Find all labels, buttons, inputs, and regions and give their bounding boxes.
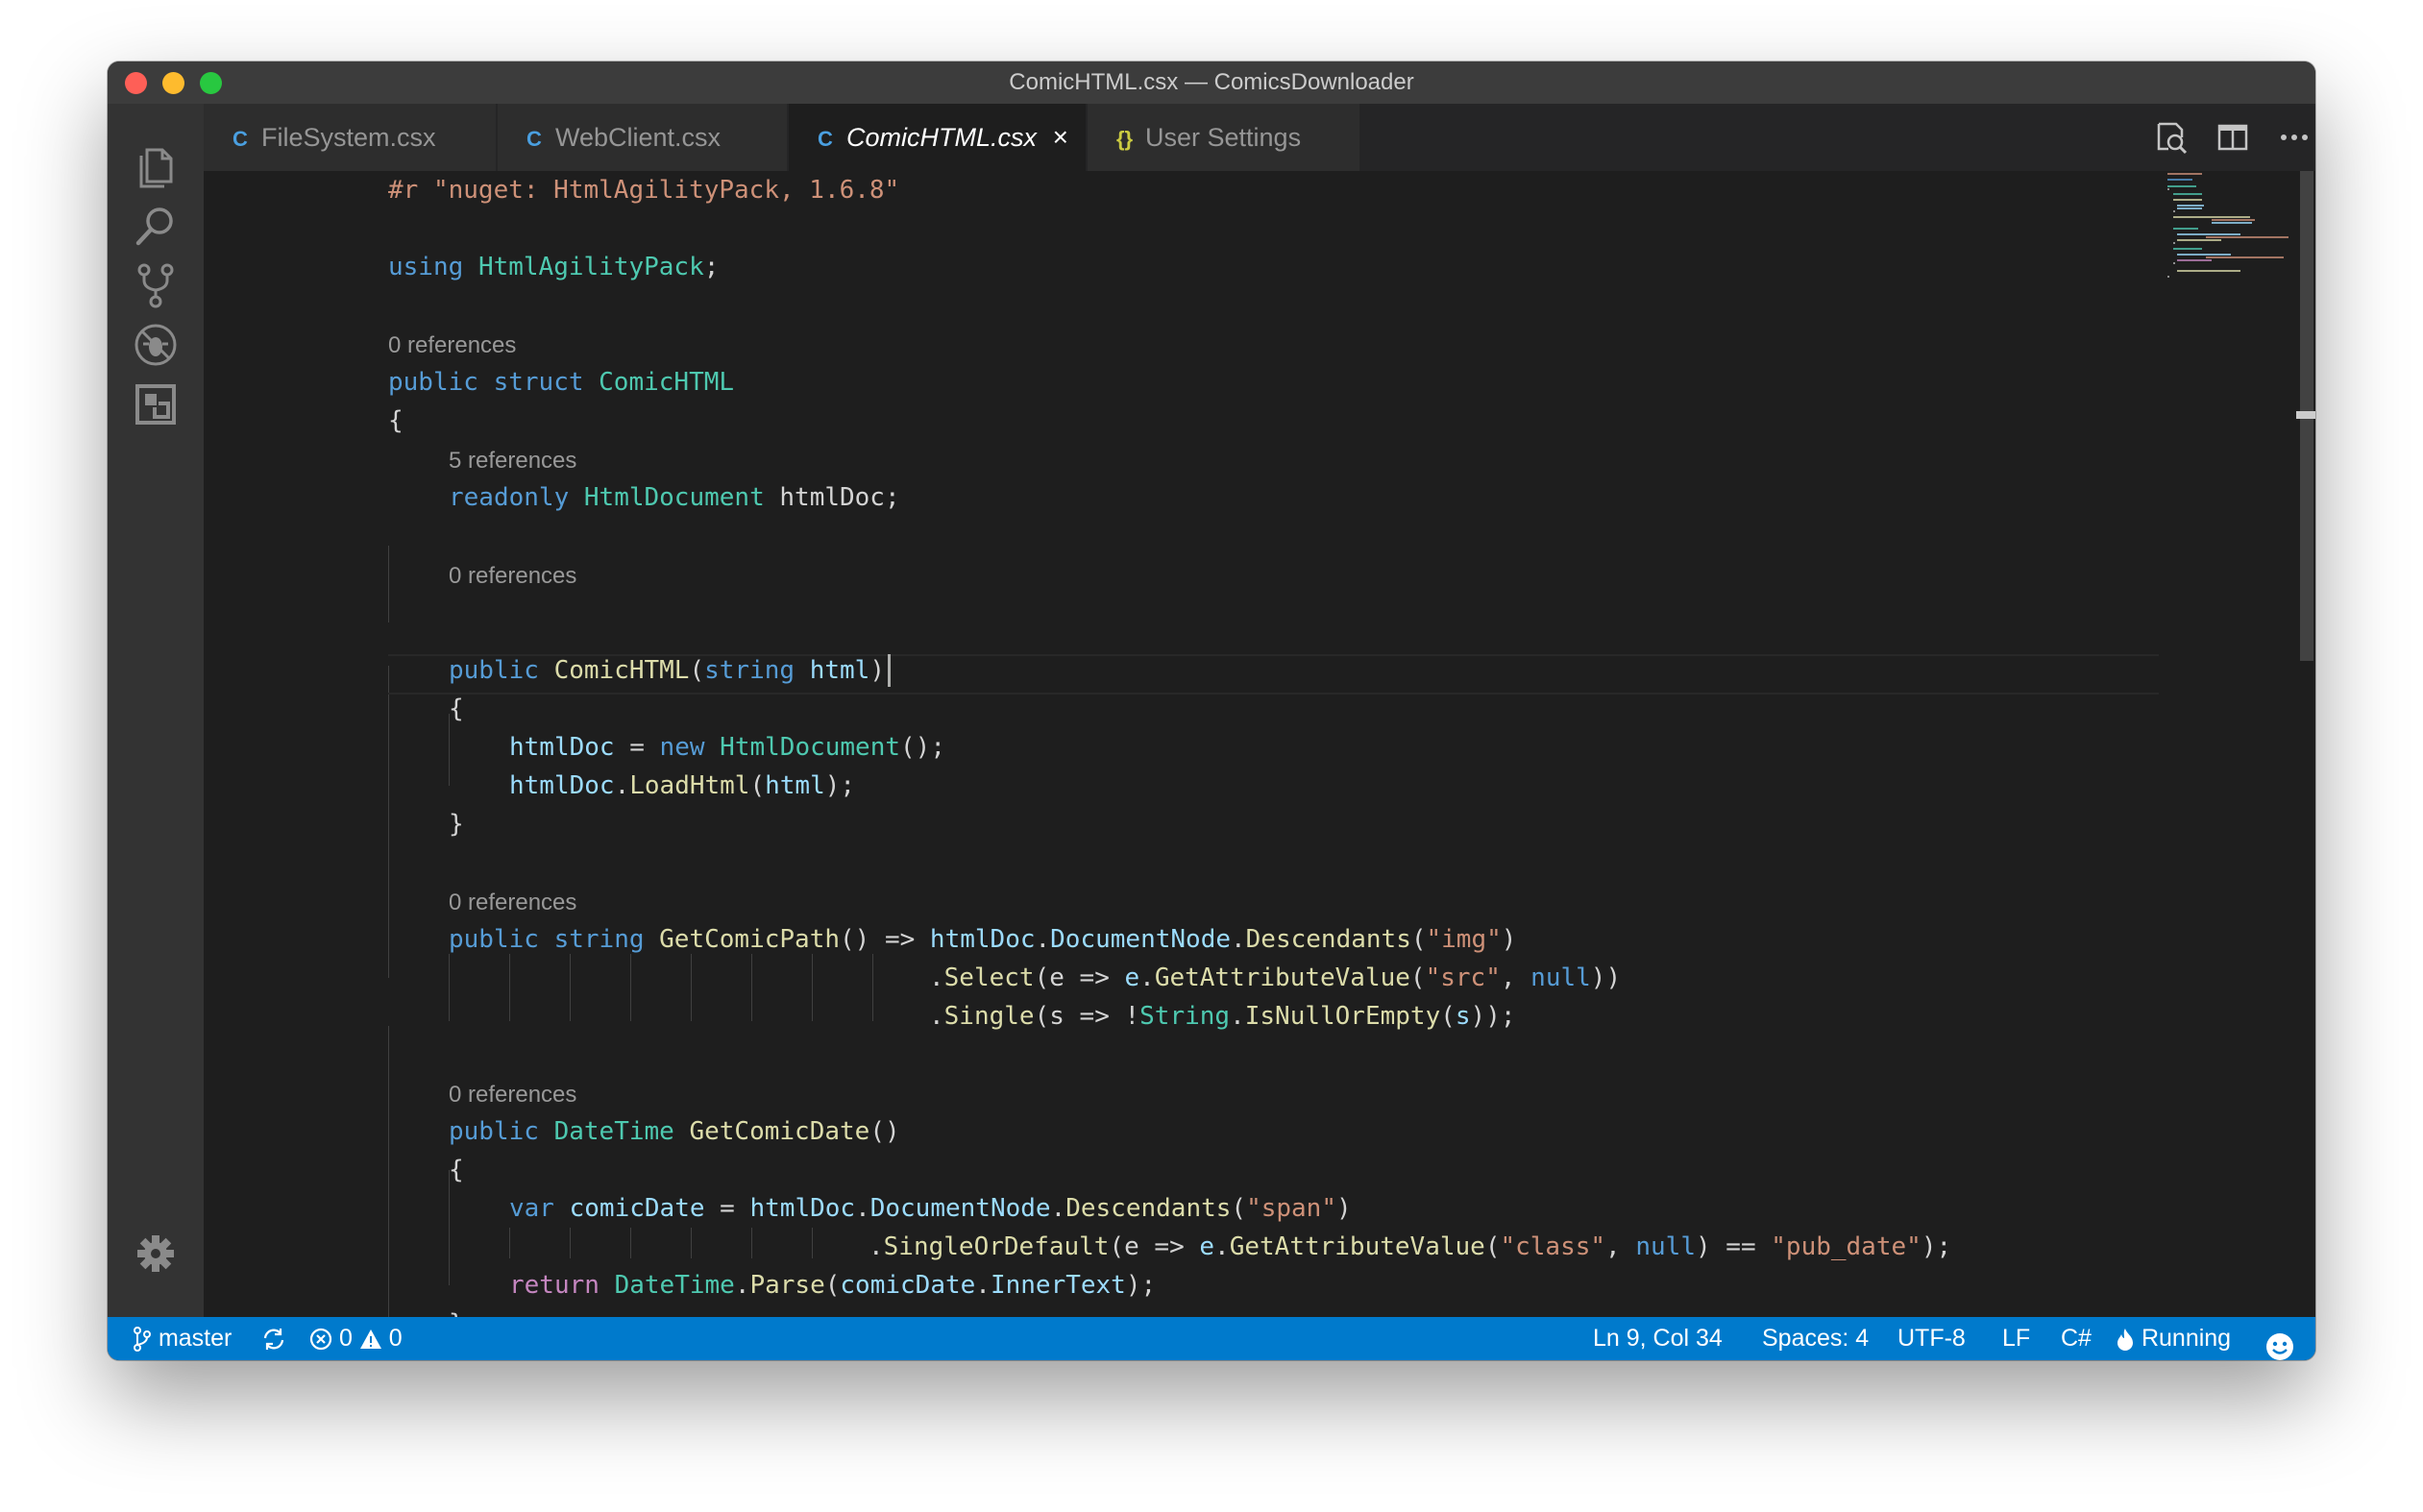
warning-icon <box>359 1329 381 1350</box>
search-icon[interactable] <box>132 202 180 250</box>
code-line-field: readonly HtmlDocument htmlDoc; <box>449 483 900 512</box>
csharp-icon: C <box>233 127 248 151</box>
code-line-var: var comicDate = htmlDoc.DocumentNode.Des… <box>509 1194 1352 1223</box>
overview-ruler-cursor <box>2296 411 2315 419</box>
encoding-setting[interactable]: UTF-8 <box>1897 1317 1966 1360</box>
indent-guide <box>630 1228 631 1258</box>
indent-guide <box>509 954 510 1021</box>
codelens-references[interactable]: 0 references <box>449 884 576 922</box>
language-mode[interactable]: C# <box>2061 1317 2092 1360</box>
close-window-button[interactable] <box>125 72 147 94</box>
indentation-setting[interactable]: Spaces: 4 <box>1762 1317 1869 1360</box>
settings-gear-icon[interactable] <box>132 1230 180 1278</box>
code-line-return: return DateTime.Parse(comicDate.InnerTex… <box>509 1271 1157 1300</box>
branch-indicator[interactable]: master <box>133 1317 232 1360</box>
indent-guide <box>872 954 873 1021</box>
open-preview-icon[interactable] <box>2153 119 2190 156</box>
extensions-icon[interactable] <box>132 380 180 428</box>
indent-guide <box>388 546 389 622</box>
minimap[interactable] <box>2164 171 2298 325</box>
indent-guide <box>388 1026 389 1317</box>
indent-guide <box>751 1228 752 1258</box>
maximize-window-button[interactable] <box>200 72 222 94</box>
indent-guide <box>751 954 752 1021</box>
tab-comichtml[interactable]: C ComicHTML.csx × <box>789 104 1087 171</box>
tab-bar: C FileSystem.csx C WebClient.csx C ComicHTM… <box>204 104 2315 171</box>
code-line-brace: } <box>449 1305 464 1317</box>
code-line-single: .Single(s => !String.IsNullOrEmpty(s)); <box>929 1002 1516 1031</box>
indent-guide <box>509 1228 510 1258</box>
error-icon <box>309 1329 332 1351</box>
sync-icon[interactable] <box>261 1317 286 1360</box>
code-line-select: .Select(e => e.GetAttributeValue("src", … <box>929 963 1622 992</box>
indent-guide <box>449 954 450 1021</box>
tab-webclient[interactable]: C WebClient.csx <box>498 104 788 171</box>
indent-guide <box>812 954 813 1021</box>
code-editor[interactable]: #r "nuget: HtmlAgilityPack, 1.6.8" using… <box>204 171 2315 1317</box>
status-bar: master 0 0 Ln 9, Col 34 Spaces: 4 UTF-8 … <box>108 1317 2315 1360</box>
indent-guide <box>812 1228 813 1258</box>
tab-user-settings[interactable]: {} User Settings <box>1088 104 1360 171</box>
code-line-using: using HtmlAgilityPack; <box>388 253 720 281</box>
window-title: ComicHTML.csx — ComicsDownloader <box>1009 69 1414 95</box>
indent-guide <box>691 1228 692 1258</box>
indent-guide <box>388 666 389 978</box>
flame-icon <box>2117 1329 2133 1352</box>
code-line-ctor-body: htmlDoc.LoadHtml(html); <box>509 771 856 800</box>
json-icon: {} <box>1116 127 1134 151</box>
indent-guide <box>691 954 692 1021</box>
text-cursor <box>888 654 891 687</box>
title-bar: ComicHTML.csx — ComicsDownloader <box>108 61 2315 104</box>
indent-guide <box>570 1228 571 1258</box>
explorer-icon[interactable] <box>132 142 180 190</box>
close-tab-icon[interactable]: × <box>1053 104 1068 171</box>
source-control-icon[interactable] <box>132 261 180 309</box>
eol-setting[interactable]: LF <box>2002 1317 2030 1360</box>
indent-guide <box>570 954 571 1021</box>
indent-guide <box>630 954 631 1021</box>
code-line-getcomicpath: public string GetComicPath() => htmlDoc.… <box>449 925 1517 954</box>
code-line-directive: #r "nuget: HtmlAgilityPack, 1.6.8" <box>388 176 900 205</box>
feedback-smiley-icon[interactable] <box>2265 1325 2294 1360</box>
running-indicator[interactable]: Running <box>2116 1317 2231 1360</box>
tab-filesystem[interactable]: C FileSystem.csx <box>204 104 497 171</box>
minimize-window-button[interactable] <box>162 72 184 94</box>
code-line-brace: } <box>449 810 464 839</box>
editor-window: ComicHTML.csx — ComicsDownloader C FileSy… <box>108 61 2315 1360</box>
code-line-getcomicdate: public DateTime GetComicDate() <box>449 1117 900 1146</box>
code-line-ctor: public ComicHTML(string html) <box>449 656 885 685</box>
activity-bar <box>108 104 204 1317</box>
problems-indicator[interactable]: 0 0 <box>309 1317 403 1360</box>
git-branch-icon <box>134 1327 151 1353</box>
csharp-icon: C <box>818 127 833 151</box>
more-actions-icon[interactable] <box>2276 119 2313 156</box>
code-line-brace: { <box>449 1156 464 1184</box>
debug-icon[interactable] <box>132 321 180 369</box>
code-line-struct: public struct ComicHTML <box>388 368 735 397</box>
codelens-references[interactable]: 0 references <box>449 557 576 596</box>
codelens-references[interactable]: 0 references <box>388 327 516 365</box>
csharp-icon: C <box>526 127 542 151</box>
cursor-position[interactable]: Ln 9, Col 34 <box>1593 1317 1723 1360</box>
codelens-references[interactable]: 5 references <box>449 442 576 480</box>
split-editor-icon[interactable] <box>2215 119 2251 156</box>
codelens-references[interactable]: 0 references <box>449 1076 576 1114</box>
code-line-ctor-body: htmlDoc = new HtmlDocument(); <box>509 733 945 762</box>
code-line-singleordefault: .SingleOrDefault(e => e.GetAttributeValu… <box>869 1232 1952 1261</box>
code-line-brace: { <box>449 695 464 723</box>
code-line-brace: { <box>388 406 404 435</box>
